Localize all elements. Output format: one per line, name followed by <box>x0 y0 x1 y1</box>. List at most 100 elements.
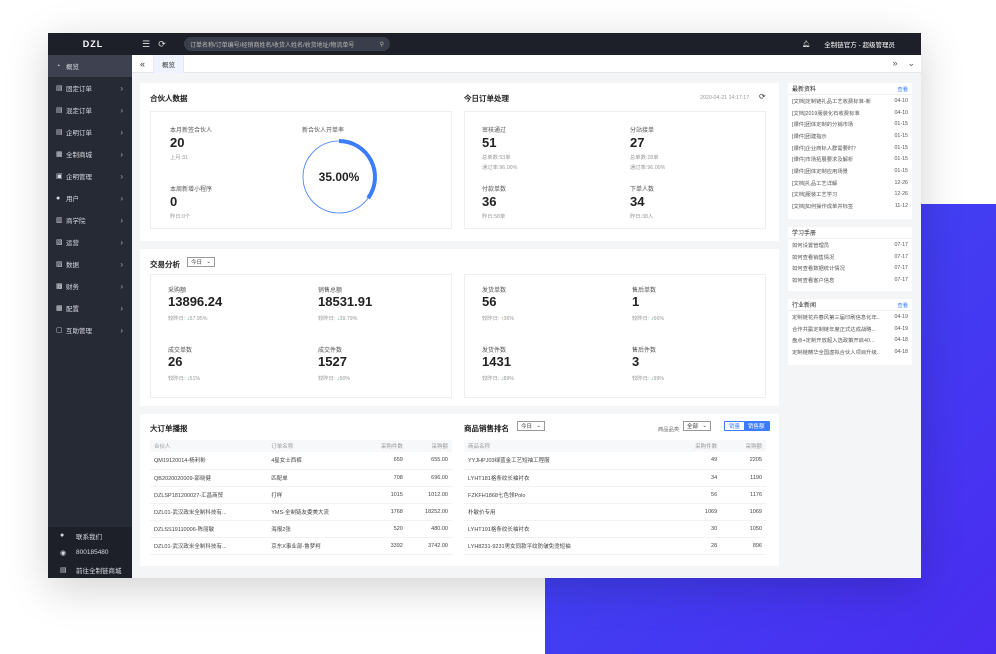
table-row[interactable]: LYHT191格条纹长袖衬衣 30 1050 <box>464 520 766 538</box>
news-more-link[interactable]: 查看 <box>897 85 908 93</box>
sidebar-item[interactable]: ◔ 概览 <box>48 55 132 77</box>
sidebar-item[interactable]: ▦ 全制商城 › <box>48 143 132 165</box>
brand-select[interactable]: 全部 ⌄ <box>683 421 711 431</box>
table-cell: 4星女士西裤 <box>267 452 364 470</box>
ranking-period-select[interactable]: 今日 ⌄ <box>517 421 545 431</box>
list-item[interactable]: 如何查看销售情况 07-17 <box>788 251 912 263</box>
list-item[interactable]: [文档]服装工艺学习 12-26 <box>788 189 912 201</box>
sidebar-item[interactable]: ● 用户 › <box>48 187 132 209</box>
list-item[interactable]: [文档]2019服装化石收费标准 04-10 <box>788 107 912 119</box>
table-row[interactable]: DZL01-武汉政米全制科技有... 京东X事业部-鲁梦柯 3392 3742.00 <box>150 537 452 555</box>
compare-label: 较昨日: <box>632 376 650 382</box>
list-item[interactable]: [课件]团体定制应用场景 01-15 <box>788 165 912 177</box>
industry-more-link[interactable]: 查看 <box>897 301 908 309</box>
sidebar-item[interactable]: ▥ 商学院 › <box>48 209 132 231</box>
table-cell: 28 <box>666 537 722 555</box>
sidebar-item-label: 固定订单 <box>66 86 92 93</box>
sidebar-item[interactable]: ▦ 配置 › <box>48 297 132 319</box>
table-row[interactable]: DZLSP181200027-汇昌商贸 打样 1015 1012.00 <box>150 486 452 504</box>
table-row[interactable]: DZLSS19110006-陈丽敏 海报2张 520 480.00 <box>150 520 452 538</box>
list-item-date: 04-19 <box>894 313 908 320</box>
trade-period-select[interactable]: 今日 ⌄ <box>187 257 215 267</box>
table-row[interactable]: LYH8231-9231男女同款平纹防皱免烫短袖 28 896 <box>464 537 766 555</box>
tab-overview[interactable]: 概览 <box>154 54 185 73</box>
list-item-date: 07-17 <box>894 253 908 260</box>
list-item[interactable]: 合作共赢定制链年度正式达成战略... 04-19 <box>788 323 912 335</box>
sidebar-item-label: 运营 <box>66 240 79 247</box>
trade-stat-compare: 较昨日: ↓99% <box>632 374 664 382</box>
menu-icon[interactable]: ☰ <box>138 39 154 50</box>
trade-stat-compare: 较昨日: ↓39.79% <box>318 314 357 322</box>
list-item[interactable]: [课件]团体定制的分销市场 01-15 <box>788 118 912 130</box>
table-cell: 696.00 <box>406 469 452 487</box>
sidebar-item[interactable]: ▤ 固定订单 › <box>48 77 132 99</box>
compare-label: 较昨日: <box>482 376 500 382</box>
list-item[interactable]: 定制链花卉春风第三届印刷信息化年... 04-19 <box>788 311 912 323</box>
tab-scroll-right-icon[interactable]: » <box>892 58 897 69</box>
sidebar-item[interactable]: ▤ 企明订单 › <box>48 121 132 143</box>
list-item-date: 04-18 <box>894 348 908 355</box>
sidebar-item[interactable]: ▢ 互助管理 › <box>48 319 132 341</box>
refresh-icon[interactable]: ⟳ <box>759 92 766 101</box>
user-name[interactable]: 全制链官方 - 超级管理员 <box>824 39 895 49</box>
table-row[interactable]: QB2020020009-邵晓健 匹配单 708 696.00 <box>150 469 452 487</box>
list-item[interactable]: 如何查看数据统计情况 07-17 <box>788 262 912 274</box>
table-row[interactable]: YYJHPJ03绿蓝金工艺短袖工程服 49 2205 <box>464 452 766 470</box>
chevron-down-icon[interactable]: ⌄ <box>907 58 915 69</box>
table-cell: DZLSP181200027-汇昌商贸 <box>150 486 268 504</box>
trade-stat-compare: 较昨日: ↓51% <box>168 374 200 382</box>
chevron-right-icon: › <box>120 215 123 225</box>
list-item[interactable]: 如何设置管理员 07-17 <box>788 239 912 251</box>
list-item[interactable]: 定制链精华全国虚拟合伙人项目升级... 04-18 <box>788 346 912 358</box>
table-row[interactable]: FZKFH1868七色领Polo 56 1176 <box>464 486 766 504</box>
logo: DZL <box>82 39 104 49</box>
sidebar-item[interactable]: ▧ 运营 › <box>48 231 132 253</box>
list-item[interactable]: [文档]礼品工艺详解 12-26 <box>788 177 912 189</box>
table-cell: LYHT191格条纹长袖衬衣 <box>464 520 667 538</box>
sort-by-quantity-button[interactable]: 销量 <box>725 422 744 430</box>
list-item[interactable]: [课件]市场拓展要求及解析 01-15 <box>788 153 912 165</box>
list-item[interactable]: 如何查看客户信息 07-17 <box>788 274 912 286</box>
sidebar-item[interactable]: ▩ 财务 › <box>48 275 132 297</box>
sidebar-bottom-item[interactable]: ◉ 800185480 <box>48 544 132 561</box>
table-row[interactable]: LYHT181格条纹长袖衬衣 34 1190 <box>464 469 766 487</box>
table-row[interactable]: QM19120014-杨利彬 4星女士西裤 659 655.00 <box>150 452 452 470</box>
list-item-date: 01-15 <box>894 167 908 174</box>
table-cell: 1050 <box>721 520 766 538</box>
tab-scroll-left[interactable]: « <box>132 54 155 73</box>
sidebar-item-label: 企明管理 <box>66 174 92 181</box>
trade-stat-compare: 较昨日: ↓57.95% <box>168 314 207 322</box>
list-item-title: [课件]团建指示 <box>792 133 827 140</box>
sidebar-bottom-item[interactable]: ▤ 前往全制链商城 <box>48 561 132 578</box>
order-stat-value: 36 <box>482 194 497 209</box>
chevron-down-icon: ⌄ <box>702 423 707 429</box>
doc-icon: ▤ <box>56 107 63 114</box>
list-item-date: 04-10 <box>894 97 908 104</box>
refresh-icon[interactable]: ⟳ <box>154 39 170 50</box>
table-cell: 1069 <box>666 503 722 521</box>
sidebar-item[interactable]: ▣ 企明管理 › <box>48 165 132 187</box>
ranking-card: 商品销售排名 今日 ⌄ 商品品类 全部 ⌄ 销量 销售额 商品名称 采购件数 采购额 YY… <box>454 414 779 566</box>
bell-icon[interactable]: 🔔︎ <box>802 40 810 48</box>
table-row[interactable]: DZL01-武汉政米全制科技有... YMS-全制链友委美大流 1768 18252.… <box>150 503 452 521</box>
order-stat-sub2: 通过率:96.00% <box>630 165 666 171</box>
search-input[interactable]: 订单名称/订单编号/经销商姓名/收货人姓名/收货地址/物流单号 ⚲ <box>184 37 390 51</box>
sidebar-bottom-label: 联系我们 <box>76 533 102 541</box>
doc-icon: ▤ <box>56 129 63 136</box>
search-icon[interactable]: ⚲ <box>380 41 384 48</box>
trade-stat-label: 发货单数 <box>482 288 507 294</box>
study-panel: 学习手册 如何设置管理员 07-17 如何查看销售情况 07-17 如何查看数据统计情况… <box>788 227 912 291</box>
sidebar-item[interactable]: ▨ 数据 › <box>48 253 132 275</box>
sidebar-item[interactable]: ▤ 混定订单 › <box>48 99 132 121</box>
sort-by-amount-button[interactable]: 销售额 <box>744 422 769 430</box>
list-item[interactable]: 盘点+定制开放超入选政策开启40... 04-18 <box>788 334 912 346</box>
list-item[interactable]: [课件]团建指示 01-15 <box>788 130 912 142</box>
table-row[interactable]: 朴敏价专用 1069 1069 <box>464 503 766 521</box>
list-item[interactable]: [文档]定制链礼品工艺收费标准-新 04-10 <box>788 95 912 107</box>
list-item[interactable]: [文档]如何操作成单并标签 11-12 <box>788 200 912 212</box>
chevron-right-icon: › <box>120 105 123 115</box>
sidebar-item-label: 全制商城 <box>66 152 92 159</box>
list-item[interactable]: [课件]企业商标人群需要时？ 01-15 <box>788 142 912 154</box>
sidebar-bottom-item[interactable]: ● 联系我们 <box>48 527 132 544</box>
table-cell: 1176 <box>721 486 766 504</box>
